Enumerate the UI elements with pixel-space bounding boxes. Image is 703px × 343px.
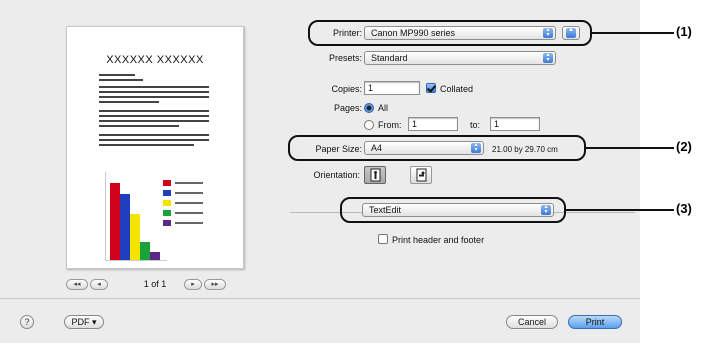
pages-from-field[interactable]: 1 xyxy=(408,117,458,131)
callout-app-pane-outline xyxy=(340,197,566,223)
preview-legend-line xyxy=(175,212,203,214)
preview-text-line xyxy=(99,110,209,112)
preview-bar xyxy=(150,252,160,260)
preview-text-line xyxy=(99,101,159,103)
print-dialog: XXXXXX XXXXXX ◂◂ ◂ 1 of 1 ▸ ▸▸ Printer: … xyxy=(0,0,640,343)
last-page-button[interactable]: ▸▸ xyxy=(204,279,226,290)
preview-text-line xyxy=(99,91,209,93)
preview-text-line xyxy=(99,74,135,76)
callout-label-3: (3) xyxy=(676,201,692,216)
preview-text-line xyxy=(99,134,209,136)
landscape-orientation-button[interactable] xyxy=(410,166,432,184)
preview-bar xyxy=(140,242,150,260)
preview-legend-swatch xyxy=(163,180,171,186)
preview-bar-chart xyxy=(101,172,231,264)
callout-paper-size-outline xyxy=(288,135,586,161)
pdf-menu-button[interactable]: PDF ▾ xyxy=(64,315,104,329)
callout-leader-line xyxy=(566,209,674,211)
presets-popup[interactable]: Standard ▴ ▾ xyxy=(364,51,556,65)
bottom-bar-divider xyxy=(0,298,640,299)
presets-label: Presets: xyxy=(328,53,362,63)
pages-from-label: From: xyxy=(378,120,402,130)
preview-text-line xyxy=(99,125,179,127)
preview-text-line xyxy=(99,86,209,88)
preview-text-line xyxy=(99,96,209,98)
first-page-button[interactable]: ◂◂ xyxy=(66,279,88,290)
header-footer-label: Print header and footer xyxy=(392,235,485,245)
copies-field[interactable]: 1 xyxy=(364,81,420,95)
page-preview: XXXXXX XXXXXX xyxy=(66,26,244,269)
header-footer-checkbox[interactable] xyxy=(378,234,388,244)
pages-to-field[interactable]: 1 xyxy=(490,117,540,131)
next-page-button[interactable]: ▸ xyxy=(184,279,202,290)
collated-checkbox[interactable] xyxy=(426,83,436,93)
prev-page-button[interactable]: ◂ xyxy=(90,279,108,290)
preview-bar xyxy=(110,183,120,260)
copies-label: Copies: xyxy=(331,84,362,94)
help-button[interactable]: ? xyxy=(20,315,34,329)
preview-legend-line xyxy=(175,202,203,204)
pages-all-radio[interactable] xyxy=(364,103,374,113)
presets-value: Standard xyxy=(371,53,408,63)
callout-leader-line xyxy=(586,147,674,149)
popup-arrows-icon: ▴ ▾ xyxy=(543,52,553,63)
pages-label: Pages: xyxy=(333,103,362,113)
callout-printer-outline xyxy=(308,20,592,46)
preview-legend-line xyxy=(175,222,203,224)
cancel-button[interactable]: Cancel xyxy=(506,315,558,329)
pages-range-radio[interactable] xyxy=(364,120,374,130)
preview-text-line xyxy=(99,139,209,141)
callout-label-1: (1) xyxy=(676,24,692,39)
preview-legend-swatch xyxy=(163,210,171,216)
pages-all-label: All xyxy=(378,103,389,113)
preview-legend-swatch xyxy=(163,200,171,206)
preview-doc-title: XXXXXX XXXXXX xyxy=(106,54,204,66)
collated-label: Collated xyxy=(440,84,474,94)
preview-bar xyxy=(120,194,130,260)
preview-text-line xyxy=(99,79,143,81)
callout-leader-line xyxy=(592,32,674,34)
preview-legend-line xyxy=(175,182,203,184)
preview-chart-axis xyxy=(105,172,106,260)
preview-text-line xyxy=(99,115,209,117)
preview-pager: ◂◂ ◂ 1 of 1 ▸ ▸▸ xyxy=(66,279,244,291)
portrait-orientation-button[interactable] xyxy=(364,166,386,184)
preview-legend-swatch xyxy=(163,190,171,196)
preview-text-line xyxy=(99,120,209,122)
preview-chart-axis xyxy=(105,260,167,261)
page-indicator: 1 of 1 xyxy=(143,279,167,289)
print-button[interactable]: Print xyxy=(568,315,622,329)
preview-bar xyxy=(130,214,140,260)
landscape-person-icon xyxy=(416,168,427,182)
orientation-label: Orientation: xyxy=(313,170,360,180)
callout-label-2: (2) xyxy=(676,139,692,154)
preview-text-line xyxy=(99,144,194,146)
pages-to-label: to: xyxy=(470,120,481,130)
portrait-person-icon xyxy=(370,168,381,182)
preview-legend-line xyxy=(175,192,203,194)
preview-legend-swatch xyxy=(163,220,171,226)
